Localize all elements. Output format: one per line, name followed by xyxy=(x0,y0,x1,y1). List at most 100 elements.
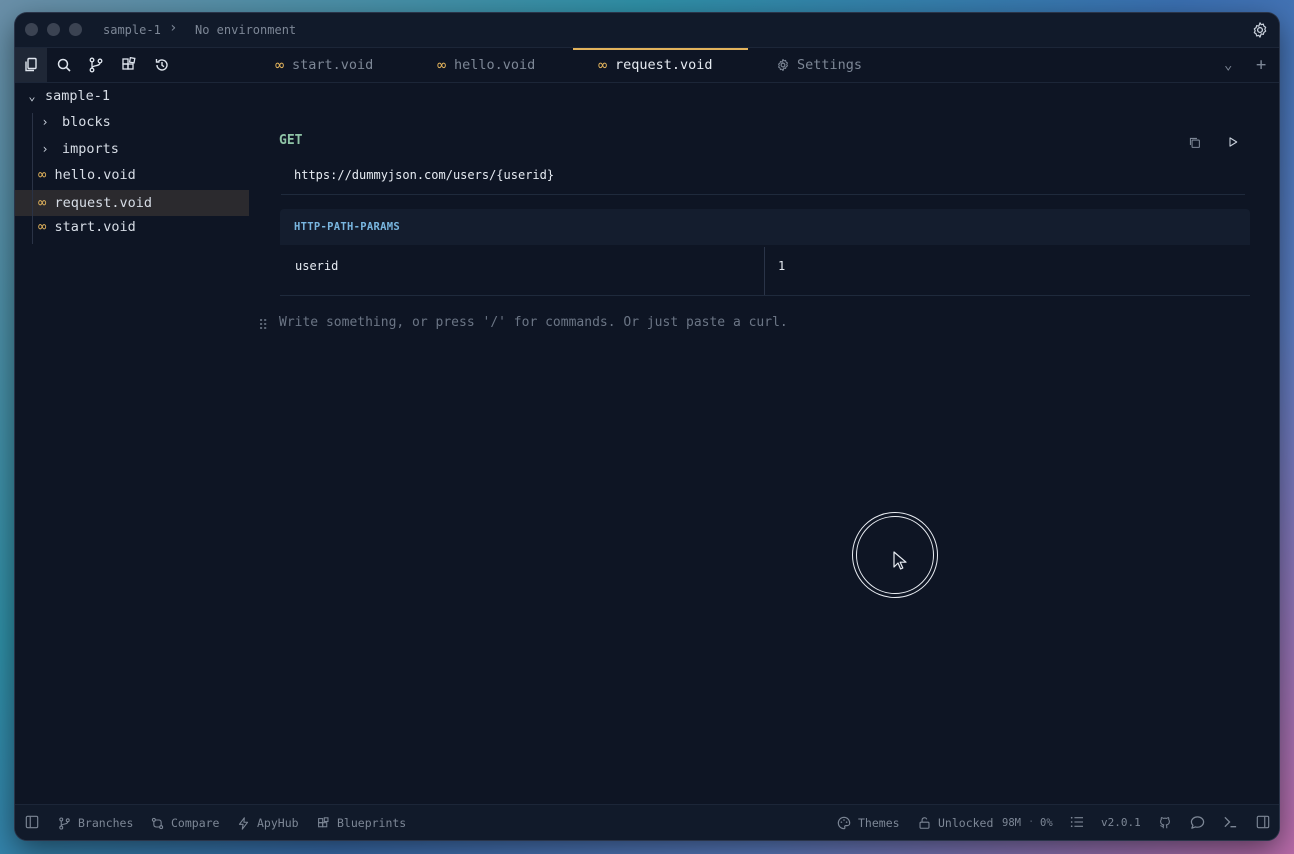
compare-label: Compare xyxy=(171,816,220,830)
files-icon xyxy=(25,57,37,72)
tab-hello-void[interactable]: ∞ hello.void xyxy=(437,48,535,82)
file-explorer: ⌄ sample-1 › blocks › imports ∞ hello.vo… xyxy=(15,83,249,803)
close-window-button[interactable] xyxy=(25,23,38,36)
add-tab-icon[interactable]: + xyxy=(1256,55,1266,75)
files-button[interactable] xyxy=(15,48,47,82)
palette-icon xyxy=(837,816,851,830)
app-window: sample-1 › No environment ∞ start.void ∞… xyxy=(15,13,1279,840)
infinity-icon: ∞ xyxy=(38,195,47,211)
tree-guide-line xyxy=(32,113,33,244)
drag-handle-icon[interactable]: ⠿ xyxy=(258,318,268,334)
feedback-button[interactable] xyxy=(1190,815,1212,830)
tree-item-label: start.void xyxy=(54,219,136,235)
status-bar: Branches Compare ApyHub Blueprints Theme… xyxy=(15,804,1279,840)
gear-icon xyxy=(778,58,788,72)
sidebar-icon xyxy=(25,815,39,829)
project-name[interactable]: sample-1 xyxy=(103,23,161,37)
search-icon xyxy=(57,58,71,72)
tab-label: Settings xyxy=(797,57,863,73)
unlock-icon xyxy=(919,817,930,829)
branches-label: Branches xyxy=(78,816,134,830)
url-input[interactable]: https://dummyjson.com/users/{userid} xyxy=(294,168,554,182)
tree-item-hello-void[interactable]: ∞ hello.void xyxy=(15,162,249,188)
copy-icon xyxy=(1189,137,1200,148)
panel-right-icon xyxy=(1256,815,1270,829)
path-params-header: HTTP-PATH-PARAMS xyxy=(280,209,1250,245)
tree-root-sample-1[interactable]: ⌄ sample-1 xyxy=(15,83,249,109)
minimize-window-button[interactable] xyxy=(47,23,60,36)
separator-dot: · xyxy=(1028,816,1035,828)
tab-start-void[interactable]: ∞ start.void xyxy=(275,48,373,82)
themes-label: Themes xyxy=(858,816,900,830)
themes-button[interactable]: Themes xyxy=(837,816,900,830)
mouse-cursor-icon xyxy=(893,551,907,570)
toggle-sidebar-button[interactable] xyxy=(25,815,46,829)
path-params-title: HTTP-PATH-PARAMS xyxy=(294,221,400,233)
list-button[interactable] xyxy=(1070,816,1091,828)
infinity-icon: ∞ xyxy=(598,56,608,74)
http-method[interactable]: GET xyxy=(279,133,302,148)
tree-item-request-void[interactable]: ∞ request.void xyxy=(15,190,249,216)
compare-icon xyxy=(151,817,164,829)
lock-toggle[interactable]: Unlocked xyxy=(918,816,993,830)
compare-button[interactable]: Compare xyxy=(151,816,219,830)
branches-button[interactable]: Branches xyxy=(58,816,133,830)
blocks-button[interactable] xyxy=(113,48,145,82)
blueprints-label: Blueprints xyxy=(337,816,407,830)
gear-icon[interactable] xyxy=(1251,21,1269,39)
blocks-icon xyxy=(318,816,329,827)
branches-button[interactable] xyxy=(80,48,112,82)
tree-item-label: imports xyxy=(62,141,119,157)
tree-item-blocks[interactable]: › blocks xyxy=(15,109,249,135)
chat-bubble-icon xyxy=(1190,816,1205,829)
tree-item-label: request.void xyxy=(54,195,152,211)
run-button[interactable] xyxy=(1219,129,1247,155)
terminal-icon xyxy=(1224,816,1237,828)
chevron-right-icon: › xyxy=(169,20,178,36)
title-bar: sample-1 › No environment xyxy=(15,13,1279,48)
divider xyxy=(764,247,765,295)
infinity-icon: ∞ xyxy=(38,219,47,235)
zoom-window-button[interactable] xyxy=(69,23,82,36)
chevron-down-icon[interactable]: ⌄ xyxy=(1224,57,1232,73)
search-button[interactable] xyxy=(48,48,80,82)
editor-area: GET https://dummyjson.com/users/{userid}… xyxy=(249,83,1279,803)
tree-item-label: hello.void xyxy=(54,167,136,183)
infinity-icon: ∞ xyxy=(38,167,47,183)
lock-label: Unlocked xyxy=(938,816,994,830)
toggle-right-panel-button[interactable] xyxy=(1256,815,1277,829)
apyhub-label: ApyHub xyxy=(257,816,299,830)
tree-item-start-void[interactable]: ∞ start.void xyxy=(15,214,249,240)
chevron-right-icon: › xyxy=(41,142,49,156)
copy-button[interactable] xyxy=(1180,129,1208,155)
chevron-down-icon: ⌄ xyxy=(28,89,36,103)
cpu-usage: 0% xyxy=(1040,817,1053,829)
branch-icon xyxy=(59,816,70,830)
environment-selector[interactable]: No environment xyxy=(195,23,296,37)
tab-label: start.void xyxy=(292,57,374,73)
list-icon xyxy=(1070,816,1083,828)
apyhub-button[interactable]: ApyHub xyxy=(237,816,299,830)
chevron-right-icon: › xyxy=(41,115,49,129)
lightning-icon xyxy=(238,816,249,830)
param-value-field[interactable]: 1 xyxy=(778,259,785,273)
tab-settings[interactable]: Settings xyxy=(776,48,862,82)
tab-label: hello.void xyxy=(454,57,536,73)
branch-icon xyxy=(89,57,103,73)
history-button[interactable] xyxy=(146,48,178,82)
terminal-button[interactable] xyxy=(1223,815,1245,829)
tree-item-imports[interactable]: › imports xyxy=(15,136,249,162)
github-icon xyxy=(1160,817,1170,829)
editor-placeholder[interactable]: Write something, or press '/' for comman… xyxy=(279,315,788,330)
blocks-icon xyxy=(122,57,136,70)
tab-request-void[interactable]: ∞ request.void xyxy=(573,48,748,82)
tab-label: request.void xyxy=(615,57,713,73)
tree-item-label: blocks xyxy=(62,114,111,130)
blueprints-button[interactable]: Blueprints xyxy=(317,816,406,830)
infinity-icon: ∞ xyxy=(437,56,447,74)
memory-usage: 98M xyxy=(1002,817,1021,829)
param-row: userid 1 xyxy=(280,245,1250,296)
history-icon xyxy=(155,59,168,71)
github-button[interactable] xyxy=(1158,815,1179,830)
param-key-field[interactable]: userid xyxy=(295,259,338,273)
